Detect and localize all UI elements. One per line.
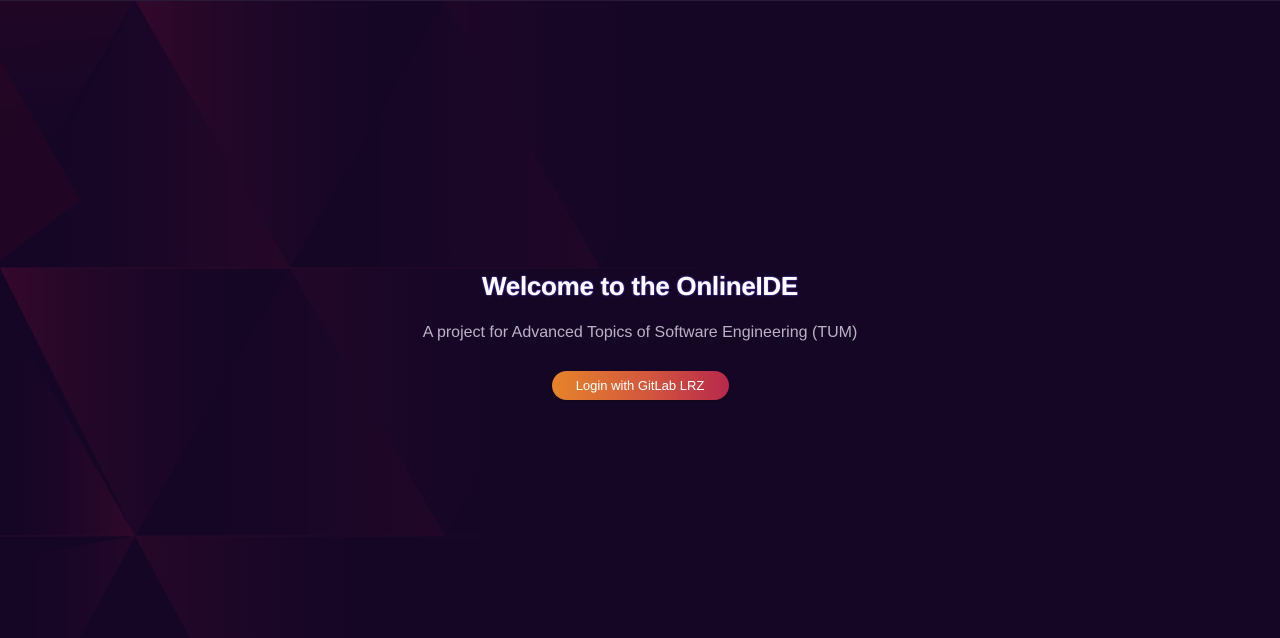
- top-border: [0, 0, 1280, 1]
- login-gitlab-button[interactable]: Login with GitLab LRZ: [551, 371, 729, 400]
- page-subtitle: A project for Advanced Topics of Softwar…: [422, 324, 858, 341]
- login-page: Welcome to the OnlineIDE A project for A…: [0, 0, 1280, 638]
- page-title: Welcome to the OnlineIDE: [482, 271, 798, 301]
- hero-section: Welcome to the OnlineIDE A project for A…: [0, 268, 1280, 400]
